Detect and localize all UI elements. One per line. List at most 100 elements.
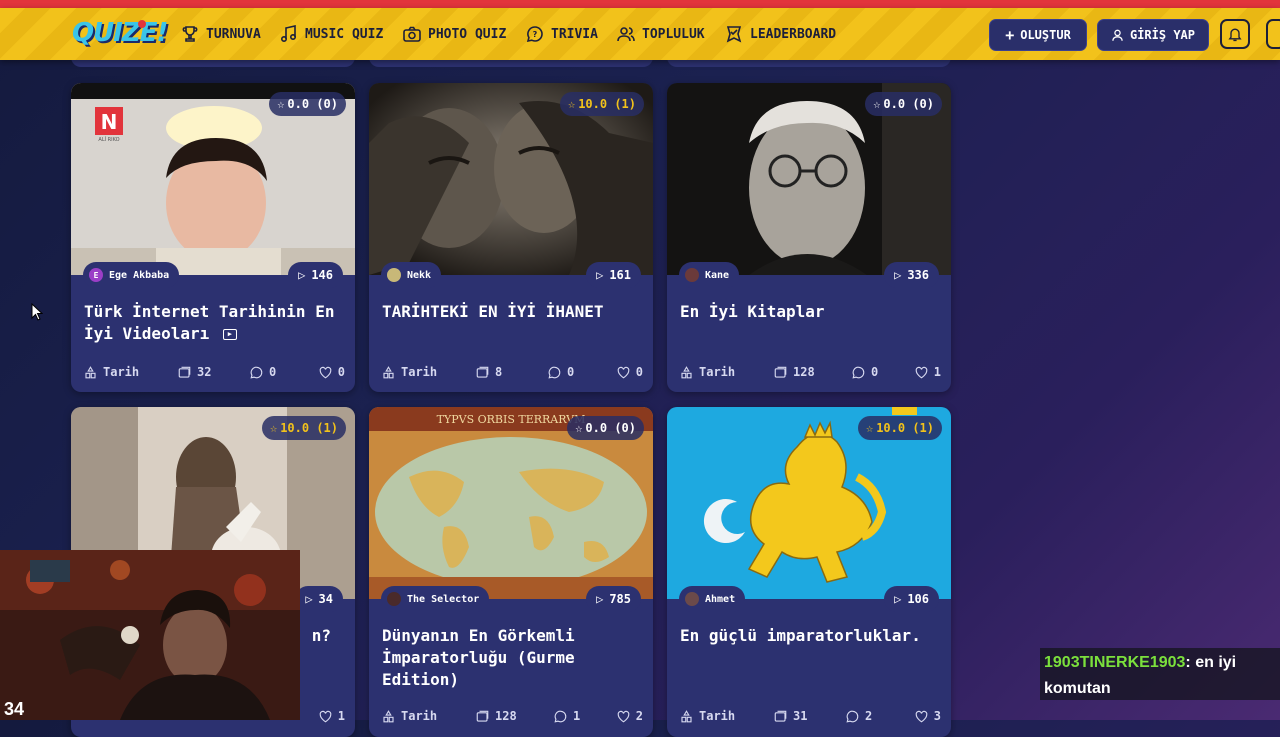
like-button[interactable]: 0 — [616, 365, 643, 380]
site-logo[interactable]: QUIZE! — [72, 18, 168, 48]
webcam-overlay: 34 — [0, 550, 300, 720]
notifications-button[interactable] — [1220, 19, 1250, 49]
news-logo-letter: N — [101, 110, 118, 134]
nav-item-leaderboard[interactable]: LEADERBOARD — [724, 8, 836, 60]
like-button[interactable]: 3 — [914, 709, 941, 724]
heart-icon — [915, 710, 928, 722]
category-icon — [85, 365, 96, 378]
quiz-title[interactable]: TARİHTEKİ EN İYİ İHANET — [382, 301, 642, 323]
heart-icon — [617, 366, 630, 378]
comment-icon — [554, 710, 567, 722]
author-chip[interactable]: Ahmet — [679, 586, 746, 612]
quiz-card[interactable]: N ALİ RIKO ☆ 0.0 (0) E Ege Akbaba ▷ 146 Tü… — [71, 83, 355, 392]
question-count: 32 — [177, 365, 249, 380]
images-icon — [774, 710, 787, 722]
comment-count: 0 — [851, 365, 909, 380]
create-label: OLUŞTUR — [1020, 28, 1071, 42]
nav-item-turnuva[interactable]: TURNUVA — [180, 8, 261, 60]
svg-text:?: ? — [533, 30, 538, 39]
nav-label: LEADERBOARD — [750, 26, 837, 42]
question-count: 31 — [773, 709, 845, 724]
category-label: Tarih — [401, 709, 438, 723]
play-icon: ▷ — [596, 268, 604, 282]
star-icon: ☆ — [269, 421, 278, 435]
comment-count: 0 — [547, 365, 611, 380]
quiz-card[interactable]: ☆ 0.0 (0) Kane ▷ 336 En İyi Kitaplar Tarih… — [667, 83, 951, 392]
images-icon — [774, 366, 787, 378]
question-count-value: 128 — [793, 365, 815, 379]
extra-header-button[interactable] — [1266, 19, 1280, 49]
play-count: ▷ 34 — [295, 586, 343, 612]
plus-icon: + — [1005, 26, 1015, 44]
category[interactable]: Tarih — [679, 709, 773, 724]
play-count: ▷ 336 — [884, 262, 939, 288]
question-count-value: 31 — [793, 709, 808, 723]
comment-count-value: 0 — [567, 365, 575, 379]
question-count: 128 — [773, 365, 851, 380]
category[interactable]: Tarih — [679, 365, 773, 380]
star-icon: ☆ — [277, 97, 285, 111]
login-button[interactable]: GİRİŞ YAP — [1097, 19, 1209, 51]
category-icon — [681, 709, 692, 722]
author-chip[interactable]: Kane — [679, 262, 740, 288]
quiz-title[interactable]: En İyi Kitaplar — [680, 301, 940, 323]
quiz-meta: Tarih 128 1 2 — [381, 707, 643, 725]
quiz-meta: Tarih 8 0 0 — [381, 363, 643, 381]
like-count-value: 1 — [933, 365, 941, 379]
images-icon — [476, 710, 489, 722]
site-header: QUIZE! TURNUVA MUSIC QUIZ PHOTO QUIZ ? T… — [0, 8, 1280, 60]
quiz-title[interactable]: Dünyanın En Görkemli İmparatorluğu (Gurm… — [382, 625, 642, 691]
play-icon: ▷ — [298, 268, 306, 282]
author-chip[interactable]: The Selector — [381, 586, 490, 612]
nav-item-photo-quiz[interactable]: PHOTO QUIZ — [402, 8, 506, 60]
category-icon — [681, 365, 692, 378]
category-label: Tarih — [401, 365, 438, 379]
play-count: ▷ 161 — [586, 262, 641, 288]
category[interactable]: Tarih — [381, 365, 475, 380]
author-chip[interactable]: Nekk — [381, 262, 442, 288]
author-chip[interactable]: E Ege Akbaba — [83, 262, 180, 288]
quiz-title-text: n? — [311, 626, 331, 645]
star-icon: ☆ — [873, 97, 881, 111]
video-icon: ▶ — [222, 329, 237, 340]
play-icon: ▷ — [894, 268, 902, 282]
play-count-value: 146 — [311, 268, 333, 282]
play-icon: ▷ — [305, 592, 313, 606]
author-name: Nekk — [407, 269, 432, 281]
like-count-value: 3 — [933, 709, 941, 723]
like-button[interactable]: 1 — [914, 365, 941, 380]
quiz-card[interactable]: ☆ 10.0 (1) Nekk ▷ 161 TARİHTEKİ EN İYİ İHA… — [369, 83, 653, 392]
images-icon — [476, 366, 489, 378]
nav-label: MUSIC QUIZ — [305, 26, 384, 42]
like-button[interactable]: 1 — [318, 709, 345, 724]
avatar — [685, 592, 699, 606]
play-count-value: 161 — [609, 268, 631, 282]
question-count-value: 128 — [495, 709, 517, 723]
question-count: 8 — [475, 365, 547, 380]
category[interactable]: Tarih — [381, 709, 475, 724]
author-name: Ege Akbaba — [109, 269, 170, 281]
category[interactable]: Tarih — [83, 365, 177, 380]
rating-badge: ☆ 10.0 (1) — [559, 92, 644, 116]
nav-item-trivia[interactable]: ? TRIVIA — [525, 8, 598, 60]
comment-count: 0 — [249, 365, 313, 380]
quiz-card[interactable]: TYPVS ORBIS TERRARVM ☆ 0.0 (0) The Select… — [369, 407, 653, 737]
quiz-title[interactable]: Türk İnternet Tarihinin En İyi Videoları… — [84, 301, 344, 345]
like-button[interactable]: 0 — [318, 365, 345, 380]
like-count-value: 0 — [635, 365, 643, 379]
heart-icon — [915, 366, 928, 378]
quiz-title-text: Türk İnternet Tarihinin En İyi Videoları — [84, 302, 335, 343]
nav-item-topluluk[interactable]: TOPLULUK — [616, 8, 705, 60]
play-count: ▷ 146 — [288, 262, 343, 288]
quiz-title[interactable]: En güçlü imparatorluklar. — [680, 625, 940, 647]
create-button[interactable]: + OLUŞTUR — [989, 19, 1087, 51]
login-label: GİRİŞ YAP — [1129, 28, 1196, 42]
like-button[interactable]: 2 — [616, 709, 643, 724]
question-count-value: 32 — [197, 365, 212, 379]
quiz-card[interactable]: ☆ 10.0 (1) Ahmet ▷ 106 En güçlü imparatorl… — [667, 407, 951, 737]
nav-label: TURNUVA — [206, 26, 261, 42]
star-icon: ☆ — [567, 97, 576, 111]
nav-item-music-quiz[interactable]: MUSIC QUIZ — [279, 8, 383, 60]
play-count-value: 336 — [907, 268, 929, 282]
mouse-cursor-icon — [31, 303, 43, 321]
